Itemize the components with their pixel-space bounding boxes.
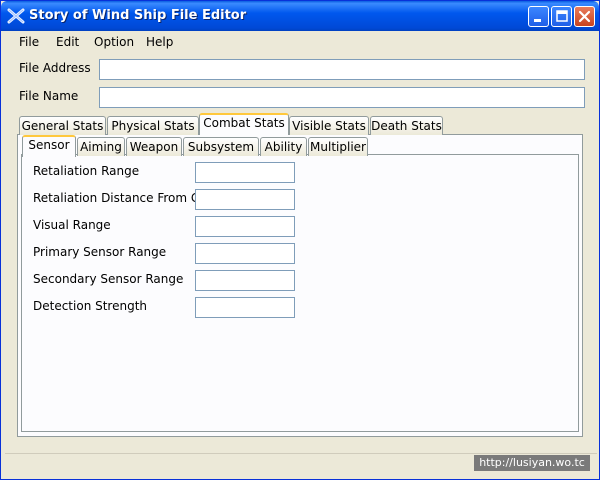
title-bar[interactable]: Story of Wind Ship File Editor: [1, 1, 599, 31]
close-button[interactable]: [574, 6, 595, 27]
app-icon: [7, 7, 25, 25]
menu-help[interactable]: Help: [146, 35, 173, 49]
detection-strength-input[interactable]: [195, 297, 295, 318]
minimize-icon: [534, 19, 541, 22]
file-name-input[interactable]: [99, 87, 585, 108]
watermark-url: http://lusiyan.wo.tc: [474, 455, 590, 471]
retaliation-range-input[interactable]: [195, 162, 295, 183]
tab-general-stats[interactable]: General Stats: [19, 116, 106, 135]
tab-weapon[interactable]: Weapon: [126, 137, 182, 156]
window-title: Story of Wind Ship File Editor: [29, 8, 247, 23]
secondary-sensor-range-input[interactable]: [195, 270, 295, 291]
close-icon: [578, 10, 591, 23]
tab-visible-stats[interactable]: Visible Stats: [289, 116, 369, 135]
primary-sensor-range-input[interactable]: [195, 243, 295, 264]
file-address-label: File Address: [19, 61, 91, 75]
file-address-input[interactable]: [99, 59, 585, 80]
detection-strength-label: Detection Strength: [33, 299, 148, 313]
tab-sensor[interactable]: Sensor: [22, 135, 76, 157]
tab-multiplier[interactable]: Multiplier: [308, 137, 368, 156]
retaliation-range-label: Retaliation Range: [33, 164, 140, 178]
tab-aiming[interactable]: Aiming: [77, 137, 125, 156]
tab-physical-stats[interactable]: Physical Stats: [107, 116, 199, 135]
menu-option[interactable]: Option: [94, 35, 134, 49]
retaliation-distance-label: Retaliation Distance From Go: [33, 191, 195, 205]
menu-file[interactable]: File: [19, 35, 39, 49]
visual-range-label: Visual Range: [33, 218, 111, 232]
tab-combat-stats[interactable]: Combat Stats: [199, 113, 289, 135]
app-window: Story of Wind Ship File Editor File Edit…: [0, 0, 600, 480]
tab-subsystem[interactable]: Subsystem: [183, 137, 259, 156]
tab-death-stats[interactable]: Death Stats: [370, 116, 443, 135]
file-name-label: File Name: [19, 89, 79, 103]
visual-range-input[interactable]: [195, 216, 295, 237]
minimize-button[interactable]: [528, 6, 549, 27]
secondary-sensor-range-label: Secondary Sensor Range: [33, 272, 184, 286]
primary-sensor-range-label: Primary Sensor Range: [33, 245, 167, 259]
menu-bar: File Edit Option Help: [5, 31, 597, 53]
tab-ability[interactable]: Ability: [260, 137, 307, 156]
maximize-button[interactable]: [551, 6, 572, 27]
maximize-icon: [556, 10, 568, 22]
menu-edit[interactable]: Edit: [56, 35, 79, 49]
retaliation-distance-input[interactable]: [195, 189, 295, 210]
